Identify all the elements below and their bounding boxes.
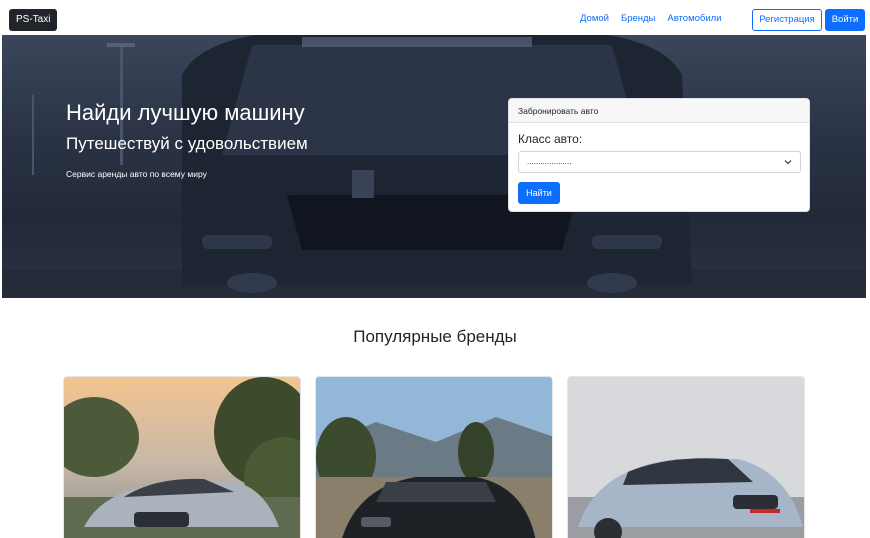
car-class-select-value: .................... [527,157,572,166]
nav-link-home[interactable]: Домой [580,13,609,24]
hero-banner: Найди лучшую машину Путешествуй с удовол… [2,35,866,298]
brand-card-mercedes[interactable] [63,376,301,538]
lada-car-image [568,377,804,538]
hero-description: Сервис аренды авто по всему миру [66,169,207,179]
bmw-car-image [316,377,552,538]
brand-card-lada[interactable] [567,376,805,538]
hero-subtitle: Путешествуй с удовольствием [66,134,308,153]
chevron-down-icon [784,160,792,165]
mercedes-car-image [64,377,300,538]
find-button[interactable]: Найти [518,182,560,204]
register-button[interactable]: Регистрация [752,9,822,31]
nav-link-cars[interactable]: Автомобили [667,13,721,24]
nav-link-brands[interactable]: Бренды [621,13,655,24]
navbar: PS-Taxi Домой Бренды Автомобили Регистра… [0,0,870,36]
popular-brands-title: Популярные бренды [353,327,517,346]
booking-card: Забронировать авто Класс авто: .........… [508,98,810,212]
login-button[interactable]: Войти [825,9,865,31]
car-class-select[interactable]: .................... [518,151,801,173]
booking-card-header: Забронировать авто [509,99,809,123]
nav-links: Домой Бренды Автомобили [580,13,722,24]
brand-logo[interactable]: PS-Taxi [9,9,58,31]
hero-title: Найди лучшую машину [66,100,305,125]
brand-card-bmw[interactable] [315,376,553,538]
car-class-label: Класс авто: [518,132,583,146]
hero-text: Найди лучшую машину Путешествуй с удовол… [66,99,308,179]
